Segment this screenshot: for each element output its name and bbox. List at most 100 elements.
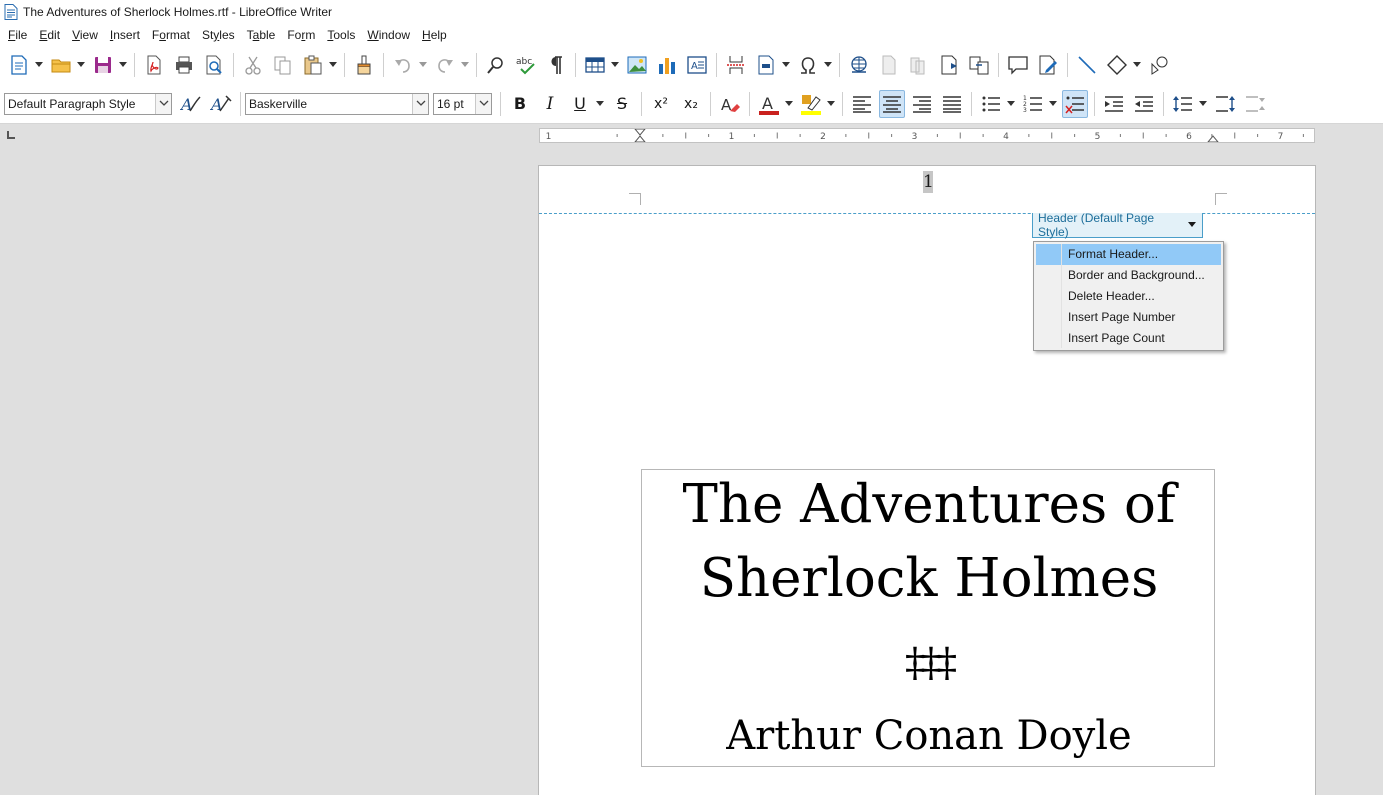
justify-button[interactable] (939, 90, 965, 118)
print-preview-button[interactable] (201, 51, 227, 79)
draw-functions-button[interactable] (1146, 51, 1172, 79)
copy-button[interactable] (270, 51, 296, 79)
align-right-button[interactable] (909, 90, 935, 118)
menu-window[interactable]: Window (361, 25, 416, 45)
decrease-indent-button[interactable] (1131, 90, 1157, 118)
document-page[interactable]: 1 Header (Default Page Style) Format Hea… (538, 165, 1316, 795)
context-menu-item[interactable]: Border and Background... (1036, 265, 1221, 286)
increase-indent-button[interactable] (1101, 90, 1127, 118)
save-button[interactable] (90, 51, 116, 79)
menu-help[interactable]: Help (416, 25, 453, 45)
spelling-button[interactable]: abc (513, 51, 539, 79)
increase-paragraph-spacing-button[interactable] (1212, 90, 1238, 118)
insert-field-dropdown[interactable] (781, 51, 791, 79)
line-spacing-dropdown[interactable] (1198, 90, 1208, 118)
clear-formatting-button[interactable]: A (717, 90, 743, 118)
underline-button[interactable]: U (567, 90, 593, 118)
strikethrough-button[interactable]: S (609, 90, 635, 118)
context-menu-item[interactable]: Delete Header... (1036, 286, 1221, 307)
redo-dropdown[interactable] (460, 51, 470, 79)
insert-bookmark-button[interactable] (936, 51, 962, 79)
track-changes-button[interactable] (1035, 51, 1061, 79)
insert-table-button[interactable] (582, 51, 608, 79)
chevron-down-icon[interactable] (1183, 222, 1202, 228)
redo-button[interactable] (432, 51, 458, 79)
save-dropdown[interactable] (118, 51, 128, 79)
font-name-combo[interactable]: Baskerville (245, 92, 429, 115)
title-frame[interactable]: The Adventures of Sherlock Holmes ‡‡‡ Ar… (641, 469, 1215, 767)
highlight-color-button[interactable] (798, 90, 824, 118)
header-tag[interactable]: Header (Default Page Style) (1032, 211, 1203, 239)
underline-dropdown[interactable] (595, 90, 605, 118)
menu-form[interactable]: Form (281, 25, 321, 45)
basic-shapes-button[interactable] (1104, 51, 1130, 79)
line-spacing-button[interactable] (1170, 90, 1196, 118)
chevron-down-icon[interactable] (475, 93, 491, 114)
ordered-list-button[interactable]: 123 (1020, 90, 1046, 118)
insert-footnote-button[interactable] (876, 51, 902, 79)
chevron-down-icon[interactable] (412, 93, 428, 114)
no-list-button[interactable] (1062, 89, 1088, 118)
paste-button[interactable] (300, 51, 326, 79)
unordered-list-dropdown[interactable] (1006, 90, 1016, 118)
insert-line-button[interactable] (1074, 51, 1100, 79)
print-button[interactable] (171, 51, 197, 79)
paste-dropdown[interactable] (328, 51, 338, 79)
menu-format[interactable]: Format (146, 25, 196, 45)
italic-button[interactable]: I (537, 90, 563, 118)
align-left-button[interactable] (849, 90, 875, 118)
cut-button[interactable] (240, 51, 266, 79)
undo-button[interactable] (390, 51, 416, 79)
align-center-button[interactable] (879, 89, 905, 118)
menu-table[interactable]: Table (241, 25, 282, 45)
insert-comment-button[interactable] (1005, 51, 1031, 79)
new-document-dropdown[interactable] (34, 51, 44, 79)
insert-field-button[interactable] (753, 51, 779, 79)
menu-file[interactable]: File (2, 25, 33, 45)
find-replace-button[interactable] (483, 51, 509, 79)
new-document-button[interactable] (6, 51, 32, 79)
clone-formatting-button[interactable] (351, 51, 377, 79)
insert-endnote-button[interactable] (906, 51, 932, 79)
horizontal-ruler[interactable]: 1 1 2 3 4 5 6 7 (539, 128, 1315, 143)
bold-button[interactable]: B (507, 90, 533, 118)
unordered-list-button[interactable] (978, 90, 1004, 118)
update-style-button[interactable]: A (178, 90, 204, 118)
menu-styles[interactable]: Styles (196, 25, 241, 45)
superscript-button[interactable]: x² (648, 90, 674, 118)
menu-edit[interactable]: Edit (33, 25, 66, 45)
export-pdf-button[interactable] (141, 51, 167, 79)
context-menu-item[interactable]: Insert Page Number (1036, 307, 1221, 328)
special-character-dropdown[interactable] (823, 51, 833, 79)
insert-cross-reference-button[interactable] (966, 51, 992, 79)
font-color-button[interactable]: A (756, 90, 782, 118)
ordered-list-dropdown[interactable] (1048, 90, 1058, 118)
insert-textbox-button[interactable]: A (684, 51, 710, 79)
new-style-button[interactable]: A (208, 90, 234, 118)
menu-insert[interactable]: Insert (104, 25, 146, 45)
page-number-field[interactable]: 1 (923, 171, 934, 193)
insert-special-character-button[interactable] (795, 51, 821, 79)
context-menu-item[interactable]: Insert Page Count (1036, 328, 1221, 349)
font-size-combo[interactable]: 16 pt (433, 92, 492, 115)
undo-dropdown[interactable] (418, 51, 428, 79)
menu-view[interactable]: View (66, 25, 104, 45)
insert-image-button[interactable] (624, 51, 650, 79)
subscript-button[interactable]: x₂ (678, 90, 704, 118)
highlight-color-dropdown[interactable] (826, 90, 836, 118)
font-color-dropdown[interactable] (784, 90, 794, 118)
insert-page-break-button[interactable] (723, 51, 749, 79)
tab-stop-selector[interactable] (7, 131, 15, 139)
open-dropdown[interactable] (76, 51, 86, 79)
basic-shapes-dropdown[interactable] (1132, 51, 1142, 79)
decrease-paragraph-spacing-button[interactable] (1242, 90, 1268, 118)
formatting-marks-button[interactable] (543, 51, 569, 79)
insert-hyperlink-button[interactable] (846, 51, 872, 79)
open-button[interactable] (48, 51, 74, 79)
insert-table-dropdown[interactable] (610, 51, 620, 79)
menu-tools[interactable]: Tools (321, 25, 361, 45)
insert-chart-button[interactable] (654, 51, 680, 79)
paragraph-style-combo[interactable]: Default Paragraph Style (4, 92, 172, 115)
context-menu-item[interactable]: Format Header... (1036, 244, 1221, 265)
chevron-down-icon[interactable] (155, 93, 171, 114)
